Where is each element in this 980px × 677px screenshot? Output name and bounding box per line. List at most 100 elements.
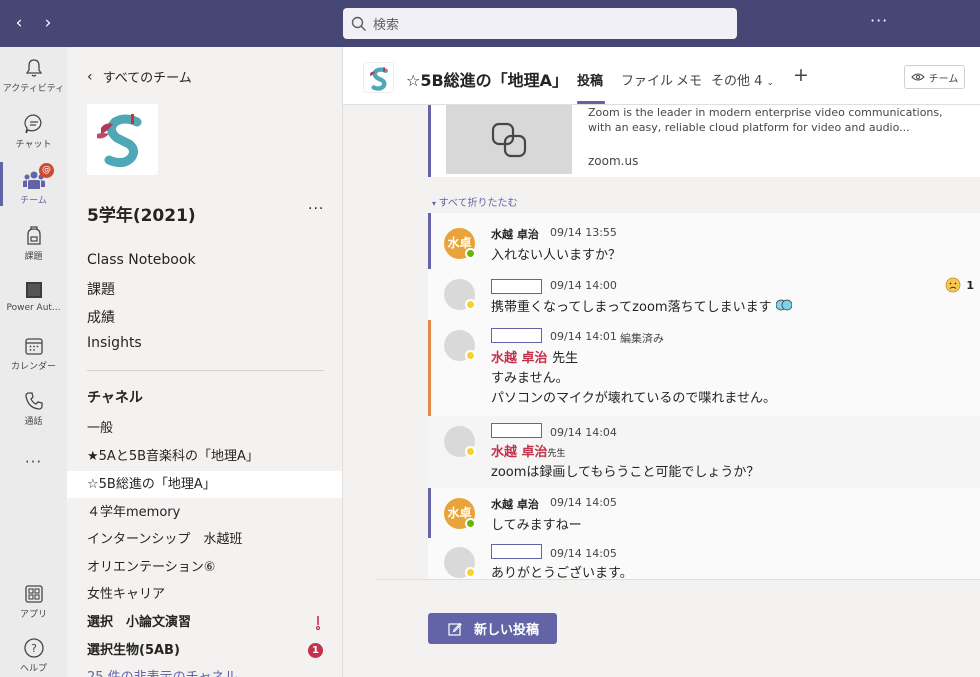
channel-label: 選択生物(5AB) — [87, 643, 180, 658]
channel-item-unread[interactable]: 選択生物(5AB) 1 — [67, 637, 342, 664]
collapse-all-label: すべて折りたたむ — [438, 198, 518, 209]
status-away-icon — [465, 299, 476, 310]
status-available-icon — [465, 518, 476, 529]
reply-accent-bar — [428, 488, 431, 538]
channel-item[interactable]: 女性キャリア — [67, 581, 342, 608]
backpack-icon — [26, 226, 41, 245]
channel-item[interactable]: インターンシップ 水越班 — [67, 526, 342, 553]
calendar-icon — [24, 338, 43, 355]
reply-item: 09/14 14:01 編集済み 水越 卓治 先生 すみません。 パソコンのマイ… — [428, 320, 980, 506]
author-name[interactable]: 水越 卓治 — [491, 226, 539, 242]
rail-help-label: ヘルプ — [19, 664, 47, 674]
reply-item: 09/14 14:00 携帯重くなってしまってzoom落ちてしまいます 1 — [428, 269, 980, 320]
timestamp: 09/14 13:55 — [550, 226, 617, 239]
reaction-count: 1 — [966, 278, 974, 292]
rail-power-automate[interactable]: Power Aut... — [0, 279, 67, 313]
new-post-label: 新しい投稿 — [474, 623, 540, 638]
back-arrow-icon[interactable]: ‹ — [9, 12, 29, 34]
mention-name: 水越 卓治 — [491, 445, 548, 460]
active-tab-indicator — [577, 101, 605, 104]
status-away-icon — [465, 446, 476, 457]
menu-assignments[interactable]: 課題 — [87, 279, 115, 299]
all-teams-link[interactable]: ‹ すべてのチーム — [87, 67, 192, 87]
search-box[interactable]: 検索 — [343, 8, 737, 39]
mention-suffix: 先生 — [552, 351, 579, 366]
redacted-name — [491, 423, 542, 438]
edited-label: 編集済み — [620, 332, 664, 345]
rail-teams[interactable]: チーム — [0, 169, 67, 206]
channel-header: ☆5B総進の「地理A」 投稿 ファイル メモ その他 4 ⌄ + チーム — [343, 47, 980, 105]
team-panel: ‹ すべてのチーム 5学年(2021) ··· Class Notebook 課… — [67, 47, 343, 677]
team-more-options-icon[interactable]: ··· — [308, 201, 324, 217]
tab-posts[interactable]: 投稿 — [577, 70, 603, 89]
link-thumbnail — [446, 105, 572, 174]
rail-more-apps[interactable]: ··· — [0, 453, 67, 471]
channel-item-active[interactable]: ☆5B総進の「地理A」 — [67, 471, 342, 498]
menu-class-notebook[interactable]: Class Notebook — [87, 252, 196, 268]
app-rail: アクティビティ チャット チーム @ 課題 Power Aut... カレンダー… — [0, 47, 67, 677]
channels-heading: チャネル — [87, 390, 143, 406]
apps-icon — [24, 585, 43, 603]
channel-item[interactable]: ４学年memory — [67, 499, 342, 526]
tab-more[interactable]: その他 4 ⌄ — [711, 70, 774, 89]
hidden-channels-link[interactable]: 25 件の非表示のチャネル — [67, 664, 342, 677]
rail-activity-label: アクティビティ — [2, 84, 65, 94]
menu-grades[interactable]: 成績 — [87, 307, 115, 327]
collapse-all-link[interactable]: ▾ すべて折りたたむ — [432, 194, 517, 209]
mention-author[interactable]: 水越 卓治先生 — [491, 441, 566, 460]
channel-item[interactable]: 一般 — [67, 415, 342, 442]
power-automate-icon — [25, 282, 42, 298]
tab-files[interactable]: ファイル — [621, 70, 673, 89]
rail-chat-label: チャット — [15, 140, 52, 150]
rail-apps-label: アプリ — [19, 610, 47, 620]
team-button[interactable]: チーム — [904, 65, 965, 89]
unread-badge: 1 — [308, 643, 323, 658]
channel-item[interactable]: オリエンテーション⑥ — [67, 554, 342, 581]
redacted-name — [491, 328, 542, 343]
mention-alert-icon — [315, 616, 321, 631]
channel-logo — [363, 62, 394, 93]
mention-author[interactable]: 水越 卓治 先生 — [491, 347, 578, 366]
rail-calls-label: 通話 — [24, 417, 43, 427]
rail-assignments[interactable]: 課題 — [0, 225, 67, 262]
author-name[interactable]: 水越 卓治 — [491, 496, 539, 512]
message-text: zoomは録画してもらうこと可能でしょうか？ — [491, 465, 760, 480]
timestamp: 09/14 14:00 — [550, 279, 617, 292]
phone-icon — [24, 392, 43, 410]
rail-apps[interactable]: アプリ — [0, 583, 67, 620]
link-url[interactable]: zoom.us — [588, 154, 638, 168]
rail-chat[interactable]: チャット — [0, 113, 67, 150]
forward-arrow-icon[interactable]: › — [38, 12, 58, 34]
search-icon — [351, 16, 366, 31]
tab-more-label: その他 4 — [711, 74, 763, 89]
channel-item[interactable]: ★5Aと5B音楽科の「地理A」 — [67, 443, 342, 470]
reaction[interactable]: 1 — [945, 277, 974, 293]
rail-calls[interactable]: 通話 — [0, 390, 67, 427]
new-post-button[interactable]: 新しい投稿 — [428, 613, 557, 644]
compose-icon — [448, 622, 462, 636]
status-available-icon — [465, 248, 476, 259]
mention-name: 水越 卓治 — [491, 351, 548, 366]
rail-help[interactable]: ? ヘルプ — [0, 637, 67, 674]
rail-calendar[interactable]: カレンダー — [0, 335, 67, 372]
add-tab-icon[interactable]: + — [793, 64, 809, 86]
reply-item: 水卓 水越 卓治 09/14 13:55 入れない人いますか？ — [428, 213, 980, 269]
status-away-icon — [465, 567, 476, 578]
timestamp: 09/14 14:01 — [550, 330, 617, 343]
reply-thread: 水卓 水越 卓治 09/14 13:55 入れない人いますか？ 09/14 14… — [428, 213, 980, 581]
timestamp: 09/14 14:05 — [550, 547, 617, 560]
message-text: 携帯重くなってしまってzoom落ちてしまいます — [491, 296, 793, 315]
emoji-icon — [775, 299, 793, 311]
link-preview-card[interactable]: Zoom is the leader in modern enterprise … — [428, 105, 980, 177]
tab-notes[interactable]: メモ — [676, 70, 702, 89]
status-away-icon — [465, 350, 476, 361]
channel-item-unread[interactable]: 選択 小論文演習 — [67, 609, 342, 636]
mention-suffix: 先生 — [547, 449, 566, 459]
menu-insights[interactable]: Insights — [87, 335, 142, 351]
more-options-icon[interactable]: ··· — [870, 11, 888, 30]
divider — [87, 370, 324, 371]
team-logo — [87, 104, 158, 175]
svg-text:?: ? — [31, 642, 37, 655]
rail-activity[interactable]: アクティビティ — [0, 57, 67, 94]
message-text: してみますねー — [491, 518, 582, 533]
